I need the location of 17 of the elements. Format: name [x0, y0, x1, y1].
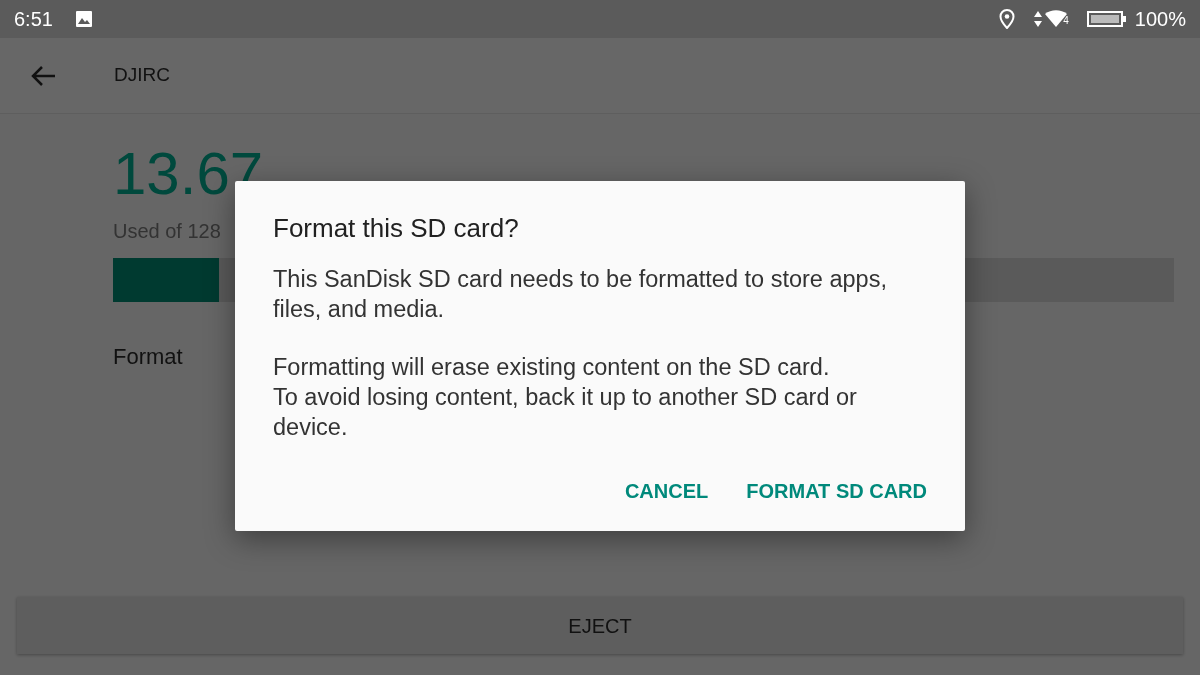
dialog-title: Format this SD card? [273, 213, 520, 245]
battery-icon [1086, 10, 1127, 28]
dialog-button[interactable]: FORMAT SD CARD [746, 470, 927, 513]
used-storage-amount: 13.67 [113, 144, 264, 204]
dialog-message: Formatting will erase existing content on the SD card. To avoid losing content, back it up to another SD card or device. [273, 353, 858, 443]
image-icon [74, 10, 93, 28]
app-bar-title: DJIRC [114, 63, 170, 88]
data-arrows-icon [1033, 10, 1044, 28]
network-type-label: 4 [1063, 14, 1069, 28]
back-arrow-icon[interactable] [30, 64, 56, 87]
dialog-button[interactable]: CANCEL [624, 470, 709, 513]
eject-button[interactable]: EJECT [17, 597, 1183, 654]
battery-percent: 100% [1134, 7, 1186, 32]
location-pin-icon [999, 9, 1016, 29]
status-time: 6:51 [14, 7, 53, 32]
wifi-icon [1045, 10, 1068, 28]
dialog-message: This SanDisk SD card needs to be formatted to store apps, files, and media. [273, 265, 888, 325]
